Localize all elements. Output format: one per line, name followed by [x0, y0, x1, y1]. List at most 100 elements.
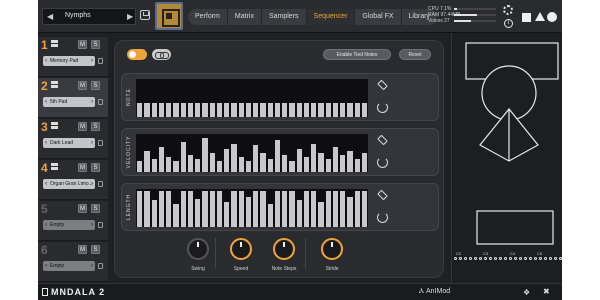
link-icon[interactable]: [152, 49, 171, 60]
step-bar[interactable]: [144, 190, 150, 227]
step-bar[interactable]: [289, 102, 295, 117]
step-bar[interactable]: [137, 102, 143, 117]
tab-samplers[interactable]: Samplers: [261, 9, 307, 25]
step-bar[interactable]: [318, 202, 324, 227]
layer-preset-selector[interactable]: Empty: [43, 220, 95, 230]
step-bar[interactable]: [325, 158, 331, 172]
step-bar[interactable]: [166, 156, 172, 172]
step-bar[interactable]: [180, 102, 186, 117]
step-bar[interactable]: [216, 102, 223, 117]
layer-preset-selector[interactable]: Organ Gran Limo...: [43, 179, 95, 189]
midi-learn-icon[interactable]: ✖: [543, 287, 550, 296]
step-bar[interactable]: [216, 160, 223, 172]
step-bar[interactable]: [325, 102, 331, 117]
layer-slot-6[interactable]: 6 MS Empty: [38, 242, 108, 282]
step-bar[interactable]: [173, 160, 179, 172]
chevron-left-icon[interactable]: ◀: [47, 12, 53, 21]
step-bar[interactable]: [347, 196, 353, 227]
step-bar[interactable]: [202, 102, 208, 117]
solo-button[interactable]: S: [91, 122, 100, 131]
step-bar[interactable]: [296, 200, 302, 227]
solo-button[interactable]: S: [91, 245, 100, 254]
step-bar[interactable]: [224, 202, 230, 227]
swing-knob[interactable]: [187, 238, 209, 260]
step-bar[interactable]: [289, 160, 295, 172]
step-bar[interactable]: [158, 147, 165, 172]
step-bar[interactable]: [231, 102, 237, 117]
lock-icon[interactable]: [98, 99, 103, 105]
tab-perform[interactable]: Perform: [188, 9, 228, 25]
step-bar[interactable]: [260, 153, 266, 172]
lock-icon[interactable]: [98, 58, 103, 64]
step-bar[interactable]: [253, 145, 259, 172]
tab-matrix[interactable]: Matrix: [227, 9, 262, 25]
solo-button[interactable]: S: [91, 40, 100, 49]
step-bar[interactable]: [332, 102, 339, 117]
step-bar[interactable]: [158, 190, 165, 227]
step-bar[interactable]: [311, 102, 317, 117]
eraser-icon[interactable]: [377, 189, 388, 201]
step-bar[interactable]: [144, 151, 150, 172]
step-bar[interactable]: [274, 102, 281, 117]
step-bar[interactable]: [325, 190, 331, 227]
step-bar[interactable]: [195, 158, 201, 172]
layer-slot-2[interactable]: 2 MS 5th Pad: [38, 78, 108, 118]
enable-tied-notes-button[interactable]: Enable Tied Notes: [323, 49, 391, 60]
step-bar[interactable]: [296, 102, 302, 117]
lock-icon[interactable]: [98, 263, 103, 269]
mute-button[interactable]: M: [78, 204, 87, 213]
note-steps-knob[interactable]: [273, 238, 295, 260]
mute-button[interactable]: M: [78, 40, 87, 49]
step-bar[interactable]: [253, 190, 259, 227]
stride-knob[interactable]: [321, 238, 343, 260]
step-bar[interactable]: [238, 156, 244, 172]
save-icon[interactable]: [140, 10, 150, 20]
step-bar[interactable]: [202, 190, 208, 227]
step-bar[interactable]: [332, 147, 339, 172]
step-bar[interactable]: [274, 139, 281, 172]
step-bar[interactable]: [137, 160, 143, 172]
step-bar[interactable]: [209, 153, 215, 172]
step-bar[interactable]: [245, 102, 252, 117]
layer-slot-3[interactable]: 3 MS Dark Lead: [38, 119, 108, 159]
mute-button[interactable]: M: [78, 81, 87, 90]
step-bar[interactable]: [231, 143, 237, 172]
step-bar[interactable]: [303, 102, 310, 117]
step-bar[interactable]: [318, 102, 324, 117]
step-bar[interactable]: [173, 204, 179, 227]
layer-preset-selector[interactable]: Empty: [43, 261, 95, 271]
chevron-right-icon[interactable]: ▶: [127, 12, 133, 21]
step-bar[interactable]: [260, 102, 266, 117]
step-bar[interactable]: [187, 154, 194, 172]
step-bar[interactable]: [303, 156, 310, 172]
lock-icon[interactable]: [98, 140, 103, 146]
tab-sequencer[interactable]: Sequencer: [306, 9, 356, 25]
step-bar[interactable]: [151, 158, 157, 172]
step-bar[interactable]: [267, 158, 273, 172]
refresh-icon[interactable]: [377, 157, 388, 168]
step-bar[interactable]: [245, 196, 252, 227]
layer-slot-1[interactable]: 1 MS Memory Pad: [38, 37, 108, 77]
step-bar[interactable]: [166, 102, 172, 117]
step-bar[interactable]: [354, 190, 360, 227]
step-bar[interactable]: [303, 190, 310, 227]
sequencer-enable-toggle[interactable]: [127, 49, 147, 60]
step-bar[interactable]: [361, 153, 368, 172]
step-bar[interactable]: [144, 102, 150, 117]
step-bar[interactable]: [180, 190, 186, 227]
refresh-icon[interactable]: [377, 102, 388, 113]
step-bar[interactable]: [187, 102, 194, 117]
step-bar[interactable]: [267, 204, 273, 227]
step-grid[interactable]: [136, 134, 368, 172]
reset-button[interactable]: Reset: [399, 49, 431, 60]
step-bar[interactable]: [318, 153, 324, 172]
step-bar[interactable]: [238, 190, 244, 227]
solo-button[interactable]: S: [91, 81, 100, 90]
step-bar[interactable]: [361, 190, 368, 227]
step-bar[interactable]: [245, 160, 252, 172]
mute-button[interactable]: M: [78, 122, 87, 131]
step-bar[interactable]: [180, 141, 186, 172]
preset-name[interactable]: Nymphs: [65, 12, 91, 19]
step-bar[interactable]: [361, 102, 368, 117]
step-bar[interactable]: [347, 102, 353, 117]
